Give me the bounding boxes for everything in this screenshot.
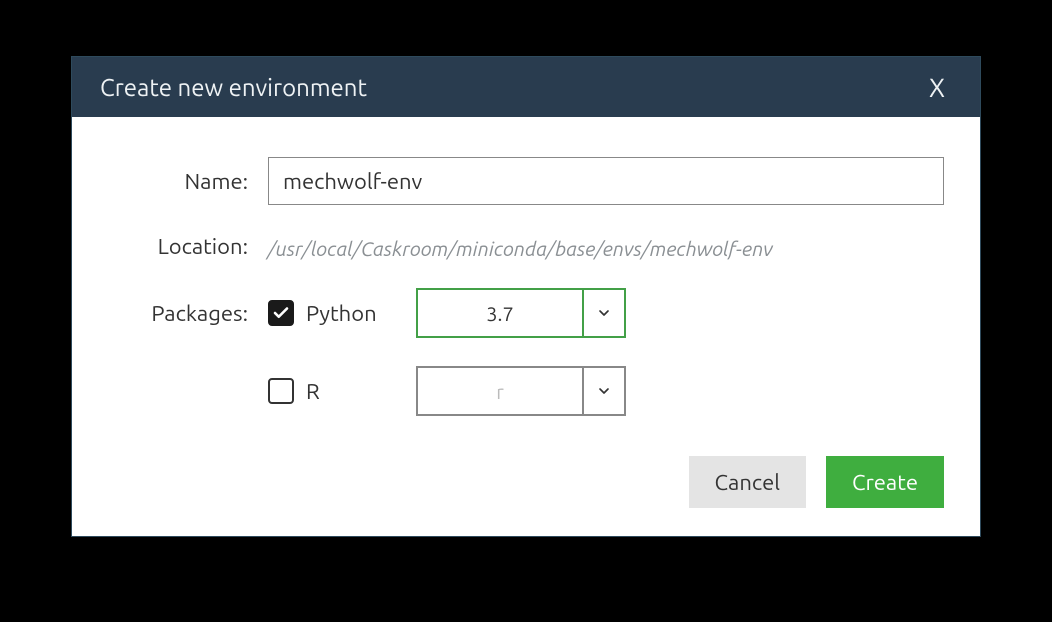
packages-block: Packages: Python 3.7 [108, 288, 944, 416]
dialog-title: Create new environment [100, 74, 367, 101]
create-environment-dialog: Create new environment X Name: Location:… [71, 56, 981, 537]
python-label: Python [306, 301, 416, 326]
r-label: R [306, 379, 416, 404]
dialog-body: Name: Location: /usr/local/Caskroom/mini… [72, 117, 980, 536]
location-value: /usr/local/Caskroom/miniconda/base/envs/… [268, 233, 944, 260]
python-checkbox[interactable] [268, 300, 294, 326]
chevron-down-icon [584, 368, 624, 414]
name-label: Name: [108, 169, 268, 194]
chevron-down-icon [584, 290, 624, 336]
cancel-button[interactable]: Cancel [689, 456, 806, 508]
python-version-value: 3.7 [418, 290, 584, 336]
r-version-value: r [418, 368, 584, 414]
packages-label: Packages: [108, 301, 268, 326]
package-row-python: Packages: Python 3.7 [108, 288, 944, 338]
name-input[interactable] [268, 157, 944, 205]
package-row-r: R r [108, 366, 944, 416]
python-version-select[interactable]: 3.7 [416, 288, 626, 338]
r-checkbox[interactable] [268, 378, 294, 404]
create-button[interactable]: Create [826, 456, 944, 508]
dialog-titlebar: Create new environment X [72, 57, 980, 117]
location-label: Location: [108, 234, 268, 259]
dialog-footer: Cancel Create [108, 416, 944, 508]
close-icon: X [929, 73, 945, 102]
location-row: Location: /usr/local/Caskroom/miniconda/… [108, 233, 944, 260]
r-version-select[interactable]: r [416, 366, 626, 416]
close-button[interactable]: X [922, 72, 952, 102]
checkmark-icon [272, 304, 290, 322]
name-row: Name: [108, 157, 944, 205]
